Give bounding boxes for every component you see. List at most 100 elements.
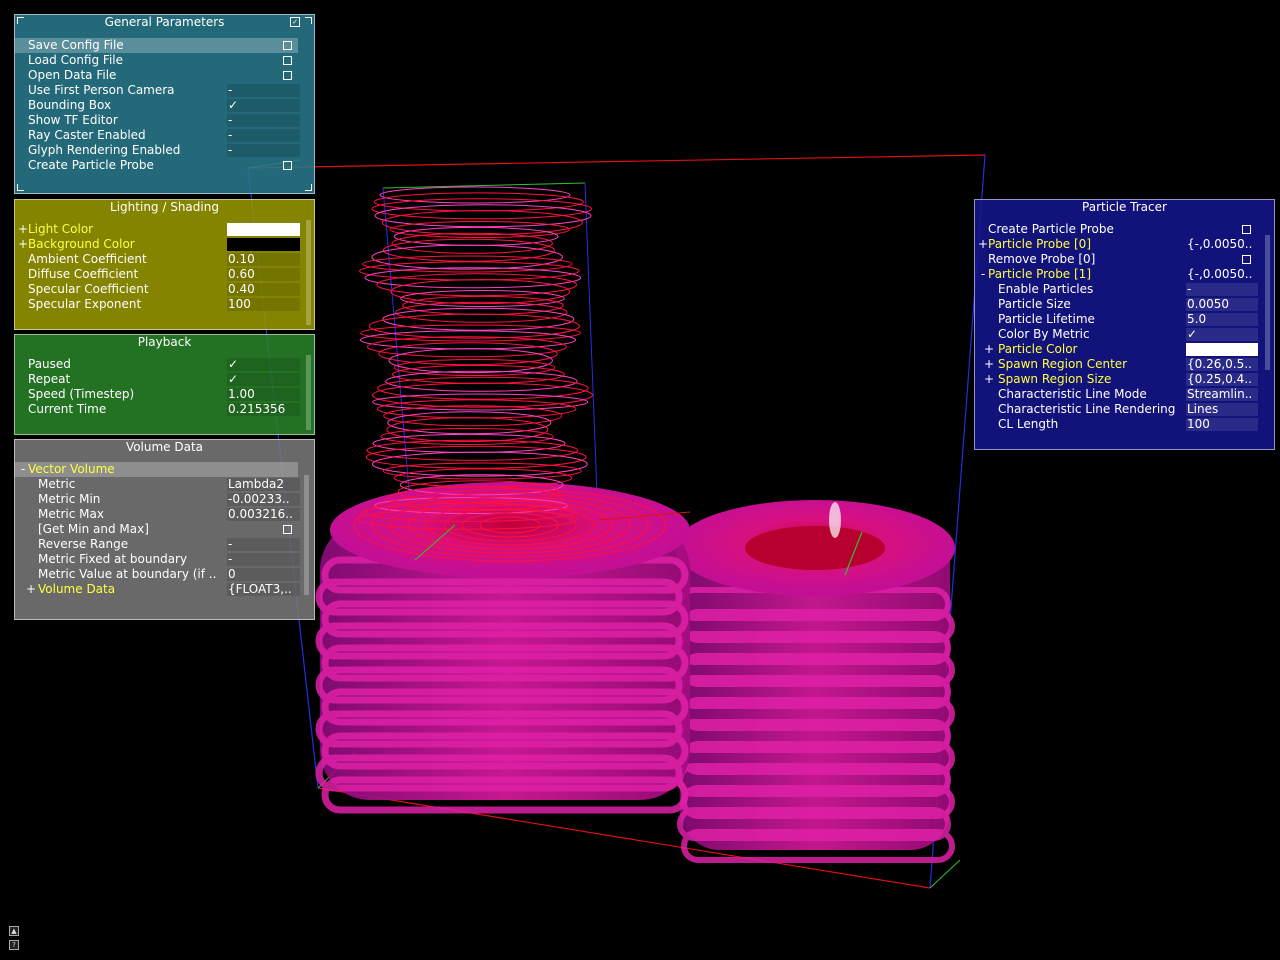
specular-coefficient-value[interactable]: 0.40 bbox=[227, 283, 300, 296]
save-config-file-row[interactable]: Save Config File bbox=[15, 38, 298, 53]
metric-fixed-at-boundary-value[interactable]: - bbox=[227, 553, 300, 566]
color-by-metric-value[interactable]: ✓ bbox=[1186, 328, 1258, 341]
get-min-and-max-row[interactable]: [Get Min and Max] bbox=[15, 522, 314, 537]
specular-exponent-row[interactable]: Specular Exponent 100 bbox=[15, 297, 314, 312]
button-icon[interactable] bbox=[1242, 225, 1251, 234]
diffuse-coefficient-value[interactable]: 0.60 bbox=[227, 268, 300, 281]
bounding-box-toggle[interactable]: ✓ bbox=[227, 99, 300, 112]
characteristic-line-rendering-value[interactable]: Lines bbox=[1186, 403, 1258, 416]
background-color-row[interactable]: + Background Color bbox=[15, 237, 314, 252]
corner-handle[interactable] bbox=[305, 184, 312, 191]
particle-probe-0-group[interactable]: + Particle Probe [0] {-,0.0050.. bbox=[975, 237, 1274, 252]
bounding-box-row[interactable]: Bounding Box ✓ bbox=[15, 98, 314, 113]
speed-timestep-value[interactable]: 1.00 bbox=[227, 388, 300, 401]
expand-icon[interactable]: + bbox=[984, 357, 994, 372]
volume-data-panel[interactable]: Volume Data - Vector Volume Metric Lambda… bbox=[14, 439, 315, 620]
help-icon[interactable]: ? bbox=[9, 940, 19, 950]
reverse-range-row[interactable]: Reverse Range - bbox=[15, 537, 314, 552]
spawn-region-size-row[interactable]: + Spawn Region Size {0.25,0.4.. bbox=[975, 372, 1274, 387]
volume-data-value[interactable]: {FLOAT3,.. bbox=[227, 583, 300, 596]
playback-panel[interactable]: Playback Paused ✓ Repeat ✓ Speed (Timestep) 1… bbox=[14, 334, 315, 435]
button-icon[interactable] bbox=[1242, 255, 1251, 264]
reverse-range-value[interactable]: - bbox=[227, 538, 300, 551]
lighting-shading-panel[interactable]: Lighting / Shading + Light Color + Backg… bbox=[14, 199, 315, 330]
corner-handle[interactable] bbox=[17, 17, 24, 24]
metric-value[interactable]: Lambda2 bbox=[227, 478, 300, 491]
button-icon[interactable] bbox=[283, 71, 292, 80]
metric-fixed-at-boundary-row[interactable]: Metric Fixed at boundary - bbox=[15, 552, 314, 567]
use-first-person-camera-toggle[interactable]: - bbox=[227, 84, 300, 97]
particle-size-value[interactable]: 0.0050 bbox=[1186, 298, 1258, 311]
current-time-value[interactable]: 0.215356 bbox=[227, 403, 300, 416]
remove-probe-button[interactable]: Remove Probe [0] bbox=[975, 252, 1274, 267]
repeat-value[interactable]: ✓ bbox=[227, 373, 300, 386]
ambient-coefficient-value[interactable]: 0.10 bbox=[227, 253, 300, 266]
metric-max-row[interactable]: Metric Max 0.003216.. bbox=[15, 507, 314, 522]
show-tf-editor-row[interactable]: Show TF Editor - bbox=[15, 113, 314, 128]
glyph-rendering-enabled-toggle[interactable]: - bbox=[227, 144, 300, 157]
fps-icon[interactable]: ▲ bbox=[9, 926, 19, 936]
specular-coefficient-row[interactable]: Specular Coefficient 0.40 bbox=[15, 282, 314, 297]
metric-max-value[interactable]: 0.003216.. bbox=[227, 508, 300, 521]
create-particle-probe-button[interactable]: Create Particle Probe bbox=[975, 222, 1274, 237]
expand-icon[interactable]: + bbox=[984, 342, 994, 357]
collapse-icon[interactable]: - bbox=[18, 462, 28, 477]
general-parameters-panel[interactable]: General Parameters ✓ Save Config File Loa… bbox=[14, 14, 315, 194]
particle-tracer-panel[interactable]: Particle Tracer Create Particle Probe + … bbox=[974, 199, 1275, 450]
scrollbar[interactable] bbox=[306, 355, 311, 430]
ambient-coefficient-row[interactable]: Ambient Coefficient 0.10 bbox=[15, 252, 314, 267]
expand-icon[interactable]: + bbox=[18, 237, 28, 252]
use-first-person-camera-row[interactable]: Use First Person Camera - bbox=[15, 83, 314, 98]
spawn-region-size-value[interactable]: {0.25,0.4.. bbox=[1186, 373, 1258, 386]
particle-size-row[interactable]: Particle Size 0.0050 bbox=[975, 297, 1274, 312]
corner-handle[interactable] bbox=[305, 17, 312, 24]
speed-timestep-row[interactable]: Speed (Timestep) 1.00 bbox=[15, 387, 314, 402]
particle-lifetime-row[interactable]: Particle Lifetime 5.0 bbox=[975, 312, 1274, 327]
open-data-file-row[interactable]: Open Data File bbox=[15, 68, 314, 83]
button-icon[interactable] bbox=[283, 525, 292, 534]
particle-lifetime-value[interactable]: 5.0 bbox=[1186, 313, 1258, 326]
spawn-region-center-value[interactable]: {0.26,0.5.. bbox=[1186, 358, 1258, 371]
collapse-icon[interactable]: - bbox=[978, 267, 988, 282]
metric-min-value[interactable]: -0.00233.. bbox=[227, 493, 300, 506]
load-config-file-row[interactable]: Load Config File bbox=[15, 53, 314, 68]
enable-particles-row[interactable]: Enable Particles - bbox=[975, 282, 1274, 297]
particle-probe-1-group[interactable]: - Particle Probe [1] {-,0.0050.. bbox=[975, 267, 1274, 282]
light-color-swatch[interactable] bbox=[227, 223, 300, 236]
button-icon[interactable] bbox=[283, 41, 292, 50]
volume-data-subgroup[interactable]: + Volume Data {FLOAT3,.. bbox=[15, 582, 314, 597]
color-by-metric-row[interactable]: Color By Metric ✓ bbox=[975, 327, 1274, 342]
particle-probe-1-value[interactable]: {-,0.0050.. bbox=[1186, 268, 1258, 281]
enable-particles-value[interactable]: - bbox=[1186, 283, 1258, 296]
metric-value-at-boundary-if-value[interactable]: 0 bbox=[227, 568, 300, 581]
characteristic-line-mode-row[interactable]: Characteristic Line Mode Streamlin.. bbox=[975, 387, 1274, 402]
corner-handle[interactable] bbox=[17, 184, 24, 191]
metric-row[interactable]: Metric Lambda2 bbox=[15, 477, 314, 492]
ray-caster-enabled-toggle[interactable]: - bbox=[227, 129, 300, 142]
repeat-row[interactable]: Repeat ✓ bbox=[15, 372, 314, 387]
create-particle-probe-row[interactable]: Create Particle Probe bbox=[15, 158, 314, 173]
ray-caster-enabled-row[interactable]: Ray Caster Enabled - bbox=[15, 128, 314, 143]
particle-color-row[interactable]: + Particle Color bbox=[975, 342, 1274, 357]
spawn-region-center-row[interactable]: + Spawn Region Center {0.26,0.5.. bbox=[975, 357, 1274, 372]
paused-value[interactable]: ✓ bbox=[227, 358, 300, 371]
expand-icon[interactable]: + bbox=[984, 372, 994, 387]
background-color-swatch[interactable] bbox=[227, 238, 300, 251]
minimize-icon[interactable]: ✓ bbox=[290, 17, 300, 27]
expand-icon[interactable]: + bbox=[26, 582, 36, 597]
cl-length-row[interactable]: CL Length 100 bbox=[975, 417, 1274, 432]
particle-probe-0-value[interactable]: {-,0.0050.. bbox=[1186, 238, 1258, 251]
diffuse-coefficient-row[interactable]: Diffuse Coefficient 0.60 bbox=[15, 267, 314, 282]
scrollbar[interactable] bbox=[1265, 235, 1270, 370]
expand-icon[interactable]: + bbox=[18, 222, 28, 237]
specular-exponent-value[interactable]: 100 bbox=[227, 298, 300, 311]
show-tf-editor-toggle[interactable]: - bbox=[227, 114, 300, 127]
cl-length-value[interactable]: 100 bbox=[1186, 418, 1258, 431]
current-time-row[interactable]: Current Time 0.215356 bbox=[15, 402, 314, 417]
metric-value-at-boundary-if-row[interactable]: Metric Value at boundary (if .. 0 bbox=[15, 567, 314, 582]
metric-min-row[interactable]: Metric Min -0.00233.. bbox=[15, 492, 314, 507]
glyph-rendering-enabled-row[interactable]: Glyph Rendering Enabled - bbox=[15, 143, 314, 158]
button-icon[interactable] bbox=[283, 161, 292, 170]
vector-volume-group[interactable]: - Vector Volume bbox=[15, 462, 298, 477]
light-color-row[interactable]: + Light Color bbox=[15, 222, 314, 237]
